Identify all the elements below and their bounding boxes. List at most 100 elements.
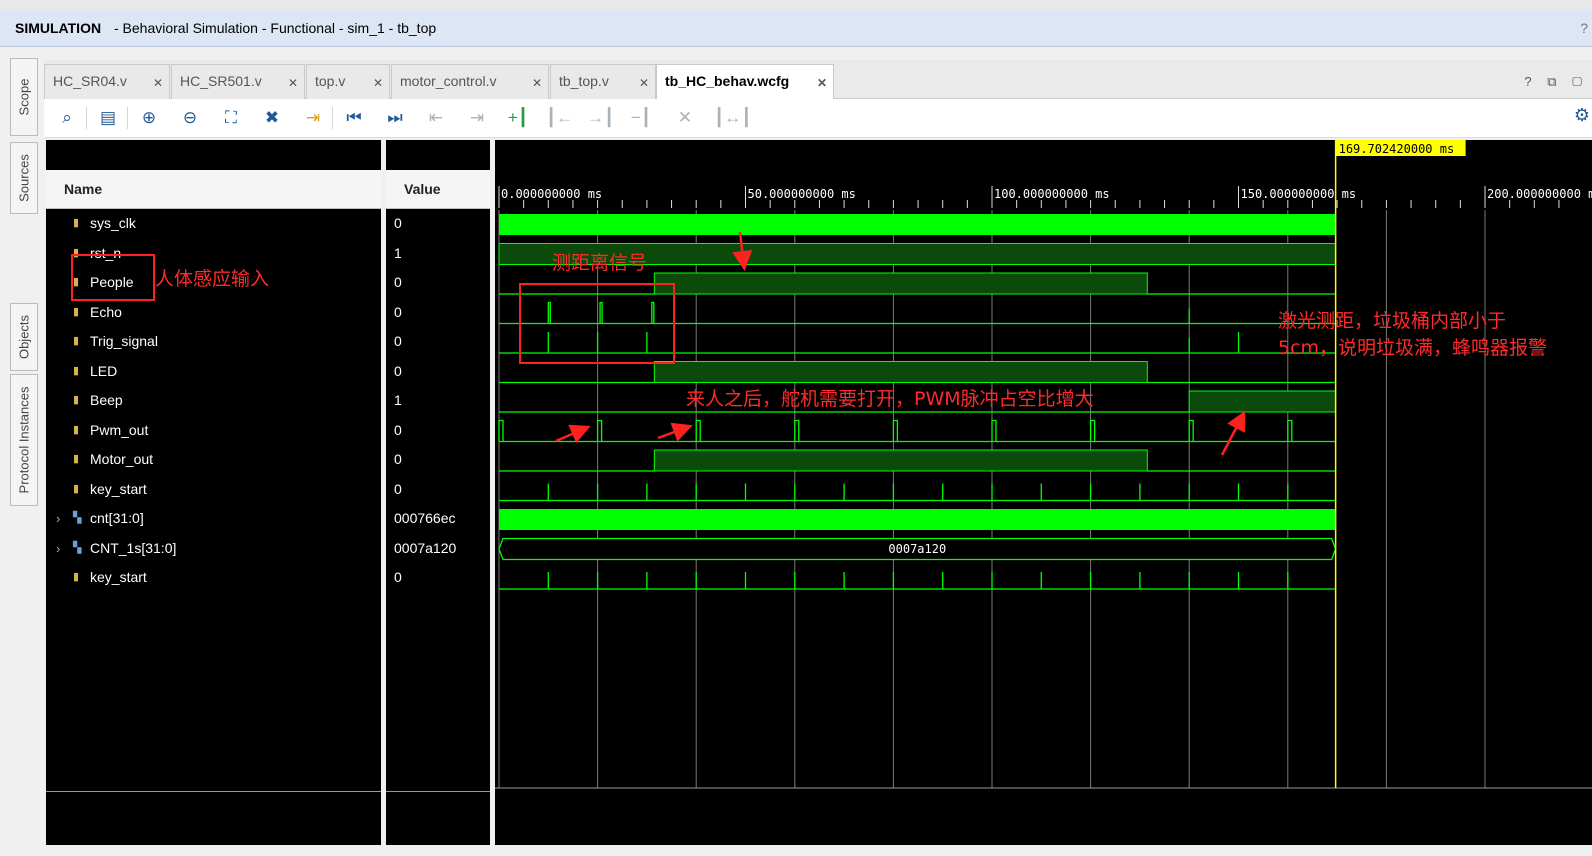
close-icon[interactable]: ✕ (532, 76, 542, 90)
signal-value: 0 (394, 451, 402, 467)
signal-name: LED (90, 362, 118, 379)
pwm-annotation-label: 来人之后，舵机需要打开，PWM脉冲占空比增大 (686, 388, 1094, 410)
wave-segment (596, 419, 603, 442)
signal-name: Pwm_out (90, 421, 149, 438)
divider (46, 791, 381, 792)
signal-row[interactable]: › ▚ CNT_1s[31:0] (46, 534, 381, 563)
ruler-label: 0.000000000 ms (501, 187, 602, 201)
zoom-in-icon[interactable]: ⊕ (136, 105, 162, 131)
signal-row[interactable]: ▮ key_start (46, 475, 381, 504)
signal-name: Beep (90, 392, 123, 408)
bit-signal-icon: ▮ (73, 394, 80, 406)
signal-row[interactable]: ▮ key_start (46, 563, 381, 592)
go-last-icon[interactable]: ⏭ (382, 105, 408, 131)
zoom-fit-icon[interactable]: ⛶ (218, 105, 244, 131)
prev-transition-icon[interactable]: ⇤ (423, 105, 449, 131)
signal-row[interactable]: ▮ Beep (46, 386, 381, 415)
side-tab-scope[interactable]: Scope (10, 58, 38, 136)
signal-name: Trig_signal (90, 333, 158, 349)
close-icon[interactable]: ✕ (153, 76, 163, 90)
echo-annotation-box (519, 283, 675, 364)
signal-value-panel: Value 0 1 0 0 0 0 1 0 0 0 000766ec 0007a120 0 (386, 140, 490, 845)
waveform-panel[interactable]: 0.000000000 ms 50.000000000 ms 100.0000000… (495, 140, 1592, 845)
wave-segment (499, 214, 1336, 235)
tab-motor-control[interactable]: motor_control.v ✕ (391, 64, 549, 99)
close-icon[interactable]: ✕ (373, 76, 383, 90)
wave-segment (991, 419, 997, 442)
bit-signal-icon: ▮ (73, 423, 80, 436)
close-icon[interactable]: ✕ (639, 76, 649, 90)
signal-row[interactable]: ▮ Motor_out (46, 445, 381, 474)
value-column-header[interactable]: Value (386, 170, 490, 209)
title-rest: - Behavioral Simulation - Functional - s… (114, 20, 437, 36)
zoom-out-icon[interactable]: ⊖ (177, 105, 203, 131)
tab-window-tools[interactable]: ? ⧉ ▢ (1524, 74, 1588, 90)
help-icon[interactable]: ? (1580, 10, 1588, 46)
bit-signal-icon: ▮ (73, 335, 80, 347)
tab-hc-sr04[interactable]: HC_SR04.v ✕ (44, 64, 170, 99)
signal-name: sys_clk (90, 215, 136, 231)
prev-marker-icon[interactable]: ┃← (546, 105, 573, 131)
side-tab-protocol-instances[interactable]: Protocol Instances (10, 374, 38, 506)
tab-tb-top[interactable]: tb_top.v ✕ (550, 64, 656, 99)
signal-row[interactable]: ▮ Trig_signal (46, 327, 381, 356)
signal-name: key_start (90, 569, 147, 585)
chevron-right-icon[interactable]: › (56, 534, 60, 563)
signal-row[interactable]: ▮ Pwm_out (46, 416, 381, 445)
close-icon[interactable]: ✕ (817, 76, 827, 90)
signal-value: 0 (394, 274, 402, 290)
wave-segment (653, 361, 1148, 383)
tab-top[interactable]: top.v ✕ (306, 64, 390, 99)
laser-annotation-label: 激光测距，垃圾桶内部小于5cm，说明垃圾满，蜂鸣器报警 (1278, 310, 1548, 359)
people-annotation-label: 人体感应输入 (155, 268, 270, 290)
waveform-toolbar: ⌕ ▤ ⊕ ⊖ ⛶ ✖ ⇥ ⏮ ⏭ ⇤ ⇥ +┃ ┃← →┃ −┃ ✕ ┃↔┃ … (44, 99, 1592, 138)
gear-icon[interactable]: ⚙ (1574, 105, 1590, 126)
close-icon[interactable]: ✕ (288, 76, 298, 90)
wave-segment (1089, 419, 1096, 442)
go-first-icon[interactable]: ⏮ (341, 105, 367, 131)
wave-segment (1188, 419, 1194, 442)
ruler-label: 100.000000000 ms (994, 187, 1110, 201)
next-marker-icon[interactable]: →┃ (587, 105, 614, 131)
tab-tb-hc-behav-wcfg[interactable]: tb_HC_behav.wcfg ✕ (656, 64, 834, 101)
ruler-label: 50.000000000 ms (748, 187, 856, 201)
signal-row[interactable]: ▮ Echo (46, 298, 381, 327)
signal-value: 0 (394, 421, 402, 438)
add-marker-icon[interactable]: +┃ (505, 105, 531, 131)
bit-signal-icon: ▮ (73, 482, 80, 495)
wave-segment (653, 449, 1148, 472)
bus-signal-icon: ▚ (73, 512, 82, 524)
cursor-time-label: 169.702420000 ms (1339, 142, 1455, 156)
name-column-header[interactable]: Name (46, 170, 381, 209)
swap-cursor-icon[interactable]: ┃↔┃ (714, 105, 751, 131)
search-icon[interactable]: ⌕ (54, 105, 80, 131)
wave-segment (1287, 419, 1293, 442)
cursor-snap-icon[interactable]: ✖ (259, 105, 285, 131)
signal-value: 0 (394, 303, 402, 320)
signal-name: cnt[31:0] (90, 510, 144, 526)
next-transition-icon[interactable]: ⇥ (464, 105, 490, 131)
delete-marker-icon[interactable]: ✕ (672, 105, 698, 131)
wave-segment (1188, 390, 1337, 413)
signal-row[interactable]: ▮ LED (46, 357, 381, 386)
echo-annotation-label: 测距离信号 (552, 252, 648, 274)
signal-name: Motor_out (90, 451, 154, 467)
goto-cursor-icon[interactable]: ⇥ (300, 105, 326, 131)
waveform-canvas[interactable]: 0.000000000 ms 50.000000000 ms 100.0000000… (495, 140, 1592, 845)
signal-row[interactable]: › ▚ cnt[31:0] (46, 504, 381, 533)
signal-row[interactable]: ▮ sys_clk (46, 209, 381, 238)
last-marker-icon[interactable]: −┃ (628, 105, 654, 131)
signal-name: Echo (90, 303, 122, 320)
wave-segment (499, 509, 1336, 530)
tab-hc-sr501[interactable]: HC_SR501.v ✕ (171, 64, 305, 99)
people-annotation-box (71, 254, 155, 301)
ruler-label: 150.000000000 ms (1241, 187, 1357, 201)
side-tab-objects[interactable]: Objects (10, 303, 38, 371)
side-tab-sources[interactable]: Sources (10, 142, 38, 214)
save-icon[interactable]: ▤ (95, 105, 121, 131)
chevron-right-icon[interactable]: › (56, 504, 60, 533)
wave-segment (653, 272, 1148, 295)
bit-signal-icon: ▮ (73, 217, 80, 229)
title-bold: SIMULATION (15, 20, 102, 36)
wave-segment (794, 419, 800, 442)
